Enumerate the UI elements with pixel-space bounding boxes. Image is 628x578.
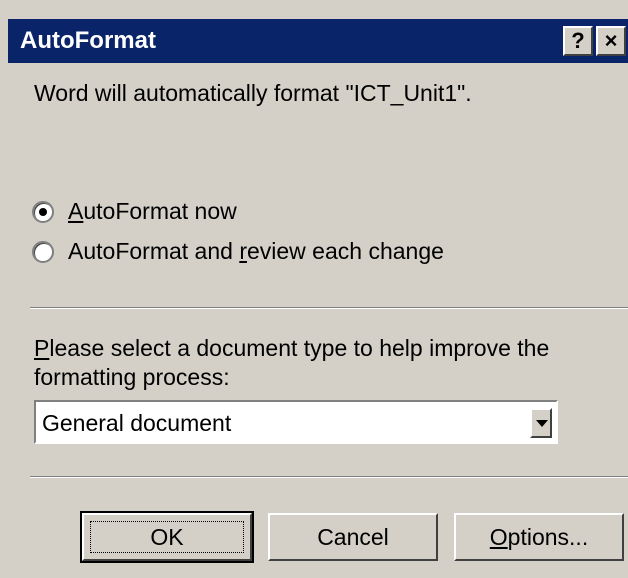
info-message: Word will automatically format "ICT_Unit… (34, 80, 472, 106)
help-button[interactable]: ? (563, 26, 593, 56)
radio-label-review: AutoFormat and review each change (68, 238, 444, 264)
doc-type-prompt: Please select a document type to help im… (34, 335, 550, 390)
document-type-dropdown[interactable]: General document (34, 400, 558, 444)
radio-label-now: AutoFormat now (68, 198, 237, 224)
separator (30, 476, 628, 478)
title-bar[interactable]: AutoFormat ? × (8, 19, 628, 63)
window-title: AutoFormat (20, 27, 156, 54)
cancel-label: Cancel (317, 524, 389, 550)
options-button[interactable]: Options... (454, 513, 624, 561)
radio-autoformat-now[interactable]: AutoFormat now (32, 198, 237, 225)
radio-autoformat-review[interactable]: AutoFormat and review each change (32, 238, 444, 265)
close-icon: × (604, 28, 618, 53)
chevron-down-icon[interactable] (530, 408, 552, 438)
autoformat-dialog: AutoFormat ? × Word will automatically f… (0, 0, 628, 578)
dropdown-selected-value: General document (42, 410, 232, 436)
radio-selected-icon[interactable] (32, 200, 54, 223)
close-button[interactable]: × (596, 26, 626, 56)
radio-unselected-icon[interactable] (32, 240, 54, 263)
cancel-button[interactable]: Cancel (268, 513, 438, 561)
options-label: Options... (489, 524, 589, 550)
help-icon: ? (571, 28, 585, 53)
focus-rect (90, 521, 244, 553)
separator (30, 307, 628, 309)
ok-button[interactable]: OK (80, 511, 254, 563)
